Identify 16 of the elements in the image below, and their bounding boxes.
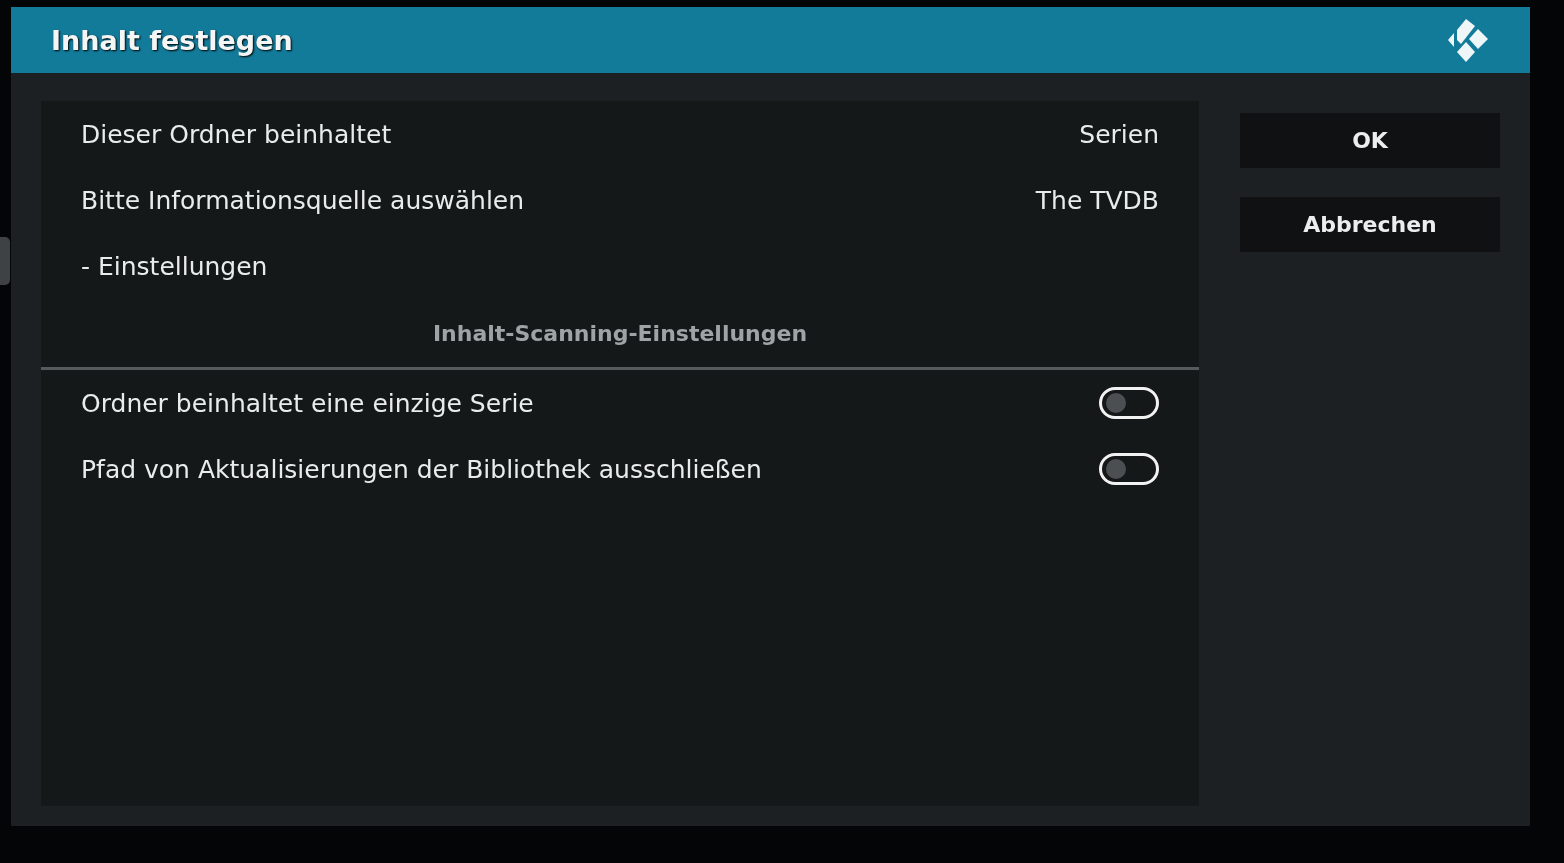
setting-label[interactable]: - Einstellungen	[81, 251, 268, 281]
setting-value: Serien	[1079, 119, 1159, 149]
setting-label: Ordner beinhaltet eine einzige Serie	[81, 388, 534, 418]
setting-row[interactable]: Dieser Ordner beinhaltet Serien	[41, 101, 1199, 167]
setting-label: Bitte Informationsquelle auswählen	[81, 185, 525, 215]
section-heading: Inhalt-Scanning-Einstellungen	[432, 320, 808, 346]
setting-label: Pfad von Aktualisierungen der Bibliothek ausschließen	[81, 454, 762, 484]
setting-label: Dieser Ordner beinhaltet	[81, 119, 392, 149]
setting-row[interactable]: Bitte Informationsquelle auswählen The TVDB	[41, 167, 1199, 233]
dialog-button[interactable]: OK	[1240, 113, 1500, 168]
window-title: Inhalt festlegen	[51, 24, 293, 56]
setting-value: The TVDB	[1035, 185, 1159, 215]
dialog-button[interactable]: Abbrechen	[1240, 197, 1500, 252]
side-handle	[0, 237, 10, 285]
toggle-switch[interactable]	[1099, 387, 1159, 419]
toggle-switch[interactable]	[1099, 453, 1159, 485]
